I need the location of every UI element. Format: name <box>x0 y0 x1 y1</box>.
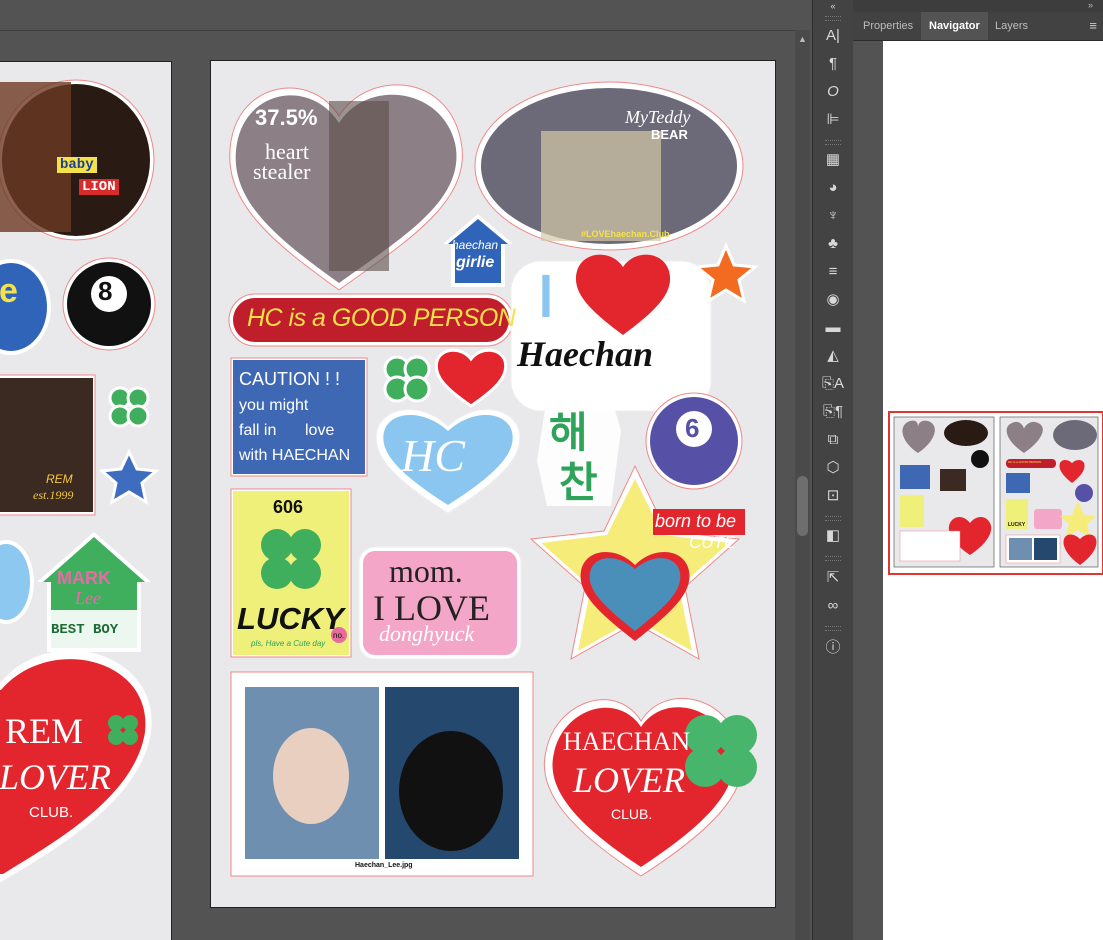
rem-lover-club: CLUB. <box>29 804 74 821</box>
teddy-caption: #LOVEhaechan.Club <box>581 229 670 239</box>
lover-club: CLUB. <box>611 806 653 822</box>
caution-line1: you might <box>239 397 309 414</box>
mark-label: MARK <box>57 568 111 588</box>
lover-lover: LOVER <box>573 760 685 800</box>
symbols-icon[interactable]: ♣ <box>813 232 853 256</box>
navigator-mini-lucky: LUCKY <box>1008 522 1026 528</box>
transform-icon[interactable]: ⊡ <box>813 484 853 508</box>
navigator-thumbnail <box>893 416 1099 568</box>
ball-six-number: 6 <box>685 413 700 443</box>
house-girlie-label: girlie <box>456 254 495 271</box>
scroll-up-icon[interactable]: ▲ <box>798 34 807 44</box>
artboard-main[interactable]: 37.5% heart stealer MyTeddy BEAR #LOVEha… <box>210 60 776 908</box>
canvas-top-bar <box>0 0 810 31</box>
rem-lover-lover: LOVER <box>0 757 111 797</box>
character-styles-icon[interactable]: ⎘A <box>813 372 853 396</box>
lover-haechan: HAECHAN <box>563 727 691 756</box>
caution-line4: with HAECHAN <box>239 447 351 464</box>
hangul-chan: 찬 <box>559 458 598 507</box>
paragraph-styles-icon[interactable]: ⎘¶ <box>813 400 853 424</box>
strip-grip[interactable] <box>825 516 841 521</box>
tab-navigator[interactable]: Navigator <box>921 12 988 40</box>
teddy-label: MyTeddy <box>625 107 691 127</box>
transparency-icon[interactable]: ◭ <box>813 344 853 368</box>
donghyuck-label: donghyuck <box>379 621 475 646</box>
haechan-script: Haechan <box>517 334 654 374</box>
expand-panel-icon[interactable]: » <box>1088 0 1093 10</box>
good-person-label: HC is a GOOD PERSON <box>247 304 516 332</box>
caution-line3: love <box>305 422 335 439</box>
collapse-strip-icon[interactable]: « <box>813 0 853 12</box>
born-label: born to be <box>655 511 737 531</box>
eight-ball-number: 8 <box>98 276 113 306</box>
lion-label: LION <box>79 179 119 195</box>
swatches-icon[interactable]: ▦ <box>813 148 853 172</box>
3d-object-icon[interactable]: ⬡ <box>813 456 853 480</box>
bear-label: BEAR <box>651 127 688 142</box>
paragraph-icon[interactable]: ¶ <box>813 52 853 76</box>
cute-label: CUTE <box>689 533 736 552</box>
i-letter: I <box>536 259 556 333</box>
percent-label: 37.5% <box>255 105 318 130</box>
appearance-icon[interactable]: ◉ <box>813 288 853 312</box>
info-icon[interactable]: ⓘ <box>813 636 853 660</box>
baby-label: baby <box>57 157 97 173</box>
best-boy-label: BEST BOY <box>51 622 119 638</box>
panel-menu-icon[interactable]: ≡ <box>1089 18 1097 33</box>
strip-grip[interactable] <box>825 626 841 631</box>
canvas-vertical-scrollbar[interactable]: ▲ <box>795 30 810 940</box>
lee-label: Lee <box>75 588 101 608</box>
panel-tabs: Properties Navigator Layers ≡ <box>853 12 1103 41</box>
character-icon[interactable]: A| <box>813 24 853 48</box>
rem-lover-rem: REM <box>5 711 84 751</box>
strip-grip[interactable] <box>825 140 841 145</box>
artboard-left[interactable]: baby LION e 8 REM est.1999 MARK Lee BEST… <box>0 61 172 940</box>
caution-line2: fall in <box>239 422 277 439</box>
tab-layers[interactable]: Layers <box>987 12 1036 40</box>
panel-header-bar: » <box>853 0 1103 12</box>
mom-label: mom. <box>389 553 463 589</box>
opentype-icon[interactable]: O <box>813 80 853 104</box>
main-artboard-art <box>228 81 759 877</box>
photo-caption: Haechan_Lee.jpg <box>355 862 413 869</box>
align-icon[interactable]: ⊫ <box>813 108 853 132</box>
lucky-no: no. <box>333 631 345 640</box>
gradient-icon[interactable]: ▬ <box>813 316 853 340</box>
tab-properties[interactable]: Properties <box>855 12 921 40</box>
navigator-mini-good-person: HC is a GOOD PERSON <box>1008 460 1042 464</box>
stroke-icon[interactable]: ≡ <box>813 260 853 284</box>
brushes-icon[interactable]: ♆ <box>813 204 853 228</box>
lucky-word: LUCKY <box>237 601 344 636</box>
left-e-label: e <box>0 272 18 310</box>
house-haechan-label: haechan <box>452 238 499 252</box>
navigator-view[interactable]: HC is a GOOD PERSON LUCKY <box>883 41 1103 940</box>
hc-monogram: HC <box>401 430 465 481</box>
strip-grip[interactable] <box>825 556 841 561</box>
lucky-subtext: pls, Have a Cute day <box>251 639 326 648</box>
scrollbar-thumb[interactable] <box>797 476 808 536</box>
lucky-number: 606 <box>273 497 304 517</box>
export-icon[interactable]: ⇱ <box>813 566 853 590</box>
navigator-panel: » Properties Navigator Layers ≡ HC is a … <box>853 0 1103 940</box>
links-icon[interactable]: ∞ <box>813 594 853 618</box>
document-canvas[interactable]: baby LION e 8 REM est.1999 MARK Lee BEST… <box>0 0 810 940</box>
rem-label: REM <box>46 472 73 486</box>
strip-grip[interactable] <box>825 16 841 21</box>
artboards-icon[interactable]: ⧉ <box>813 428 853 452</box>
caution-title: CAUTION ! ! <box>239 369 341 389</box>
libraries-icon[interactable]: ◧ <box>813 524 853 548</box>
est-label: est.1999 <box>33 488 74 502</box>
color-palette-icon[interactable]: ◕ <box>813 176 853 200</box>
panel-icon-strip: « A| ¶ O ⊫ ▦ ◕ ♆ ♣ ≡ ◉ ▬ ◭ ⎘A ⎘¶ ⧉ ⬡ ⊡ ◧… <box>812 0 854 940</box>
navigator-view-box[interactable]: HC is a GOOD PERSON LUCKY <box>888 411 1103 575</box>
stealer-label: stealer <box>253 159 311 184</box>
